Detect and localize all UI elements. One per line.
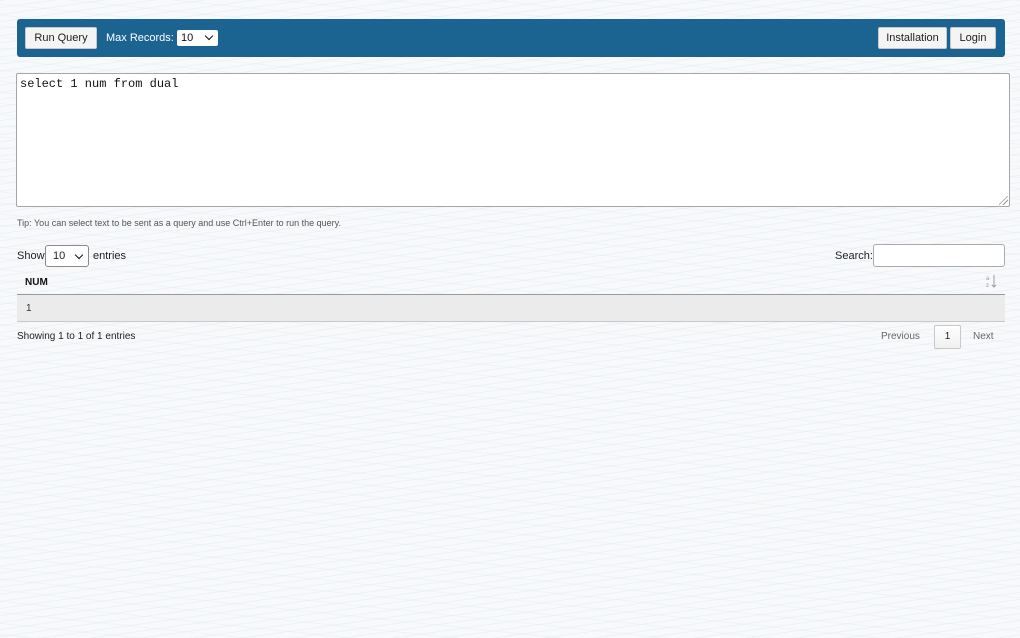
table-row: 1 bbox=[17, 295, 1005, 322]
column-header-num[interactable]: NUM a z bbox=[17, 270, 1005, 295]
next-page-button[interactable]: Next bbox=[973, 331, 994, 343]
table-cell: 1 bbox=[26, 303, 32, 314]
tip-text: Tip: You can select text to be sent as a… bbox=[17, 218, 341, 228]
max-records-value: 10 bbox=[181, 32, 194, 44]
query-editor[interactable]: select 1 num from dual bbox=[16, 73, 1010, 207]
run-query-button[interactable]: Run Query bbox=[25, 27, 97, 49]
chevron-down-icon bbox=[74, 250, 84, 260]
entries-label: entries bbox=[93, 250, 127, 262]
max-records-label: Max Records: bbox=[106, 32, 174, 44]
page-1-button[interactable]: 1 bbox=[934, 325, 961, 349]
sort-alpha-icon: a z bbox=[986, 275, 997, 289]
page-length-select[interactable]: 10 bbox=[45, 245, 89, 267]
installation-button[interactable]: Installation bbox=[878, 27, 947, 49]
query-toolbar: Run Query Max Records: 10 Installation L… bbox=[17, 19, 1005, 57]
page-length-value: 10 bbox=[53, 250, 66, 262]
chevron-down-icon bbox=[204, 31, 214, 41]
svg-text:a: a bbox=[986, 276, 990, 282]
resize-grip-icon[interactable] bbox=[999, 196, 1008, 205]
search-label: Search: bbox=[835, 250, 873, 262]
login-button[interactable]: Login bbox=[950, 27, 996, 49]
results-table: NUM a z 1 bbox=[17, 270, 1005, 322]
column-header-label: NUM bbox=[25, 277, 48, 288]
previous-page-button[interactable]: Previous bbox=[881, 331, 920, 343]
show-label: Show bbox=[17, 250, 45, 262]
max-records-select[interactable]: 10 bbox=[177, 30, 218, 46]
svg-text:z: z bbox=[986, 283, 989, 289]
search-input[interactable] bbox=[873, 244, 1005, 267]
table-info: Showing 1 to 1 of 1 entries bbox=[17, 331, 136, 342]
